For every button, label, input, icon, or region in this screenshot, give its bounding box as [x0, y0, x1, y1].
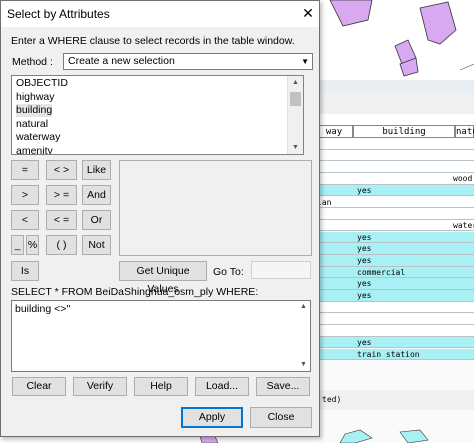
unique-values-listbox[interactable] [119, 160, 312, 256]
save-button[interactable]: Save... [256, 377, 310, 396]
instruction-text: Enter a WHERE clause to select records i… [11, 35, 295, 47]
equals-button[interactable]: = [11, 160, 39, 180]
help-button[interactable]: Help [134, 377, 188, 396]
table-row[interactable] [315, 301, 474, 314]
scroll-thumb[interactable] [290, 92, 301, 106]
method-select-value: Create a new selection [68, 55, 175, 67]
map-polygon-6 [399, 429, 429, 443]
field-list-item[interactable]: amenity [16, 145, 53, 154]
table-cell: commercial [357, 267, 406, 277]
table-cell: yes [357, 291, 372, 301]
table-cell: yes [357, 337, 372, 347]
where-clause-textarea[interactable]: building <>'' ▲ ▼ [11, 300, 311, 372]
table-cell: wood [453, 174, 473, 184]
fields-listbox[interactable]: OBJECTID highway building natural waterway am… [11, 75, 304, 155]
load-button[interactable]: Load... [195, 377, 249, 396]
field-list-item[interactable]: highway [16, 91, 55, 104]
goto-label: Go To: [213, 266, 244, 278]
get-unique-values-button[interactable]: Get Unique Values [119, 261, 207, 295]
table-row[interactable]: yes [315, 255, 474, 267]
table-row[interactable]: ian [315, 196, 474, 208]
table-row[interactable]: yes [315, 231, 474, 244]
table-row[interactable]: yes [315, 184, 474, 197]
scroll-down-icon[interactable]: ▼ [297, 359, 310, 371]
select-from-label: SELECT * FROM BeiDaShinghua_osm_ply WHER… [11, 286, 259, 298]
field-list-item[interactable]: waterway [16, 131, 60, 144]
percent-button[interactable]: % [26, 235, 39, 255]
table-row[interactable]: water [315, 219, 474, 232]
table-row[interactable] [315, 313, 474, 325]
less-equal-button[interactable]: < = [46, 210, 77, 230]
goto-input[interactable] [251, 261, 311, 279]
is-button[interactable]: Is [11, 261, 39, 281]
table-row[interactable] [315, 138, 474, 150]
table-row[interactable]: yes [315, 336, 474, 349]
underscore-button[interactable]: _ [11, 235, 24, 255]
table-cell: yes [357, 244, 372, 254]
greater-than-button[interactable]: > [11, 185, 39, 205]
map-polygon-5 [339, 429, 373, 443]
table-header-building[interactable]: building [353, 125, 455, 138]
table-row[interactable]: yes [315, 278, 474, 290]
not-button[interactable]: Not [82, 235, 111, 255]
less-than-button[interactable]: < [11, 210, 39, 230]
table-row[interactable]: train station [315, 348, 474, 361]
parentheses-button[interactable]: ( ) [46, 235, 77, 255]
close-icon[interactable]: ✕ [299, 4, 317, 22]
table-cell: yes [357, 232, 372, 242]
field-list-item[interactable]: building [16, 104, 53, 118]
table-status-text: ted) [322, 395, 342, 404]
table-row[interactable]: commercial [315, 266, 474, 279]
clear-button[interactable]: Clear [12, 377, 66, 396]
chevron-down-icon: ▼ [301, 57, 309, 66]
title-bar[interactable]: Select by Attributes ✕ [1, 1, 319, 27]
table-row[interactable]: yes [315, 290, 474, 302]
field-list-item[interactable]: natural [16, 118, 48, 131]
method-label: Method : [12, 56, 53, 68]
where-clause-text: building <>'' [15, 303, 71, 315]
table-row[interactable] [315, 325, 474, 337]
table-header-highway[interactable]: way [315, 125, 353, 138]
table-row[interactable] [315, 208, 474, 220]
dialog-title: Select by Attributes [7, 7, 110, 21]
field-list-item[interactable]: OBJECTID [16, 77, 68, 90]
table-cell: yes [357, 279, 372, 289]
and-button[interactable]: And [82, 185, 111, 205]
or-button[interactable]: Or [82, 210, 111, 230]
not-equal-button[interactable]: < > [46, 160, 77, 180]
table-cell: yes [357, 256, 372, 265]
table-cell: yes [357, 185, 372, 195]
method-select[interactable]: Create a new selection ▼ [63, 53, 313, 70]
scroll-up-icon[interactable]: ▲ [288, 76, 303, 89]
scroll-down-icon[interactable]: ▼ [288, 141, 303, 154]
table-row[interactable]: wood [315, 173, 474, 185]
table-row[interactable]: yes [315, 243, 474, 255]
greater-equal-button[interactable]: > = [46, 185, 77, 205]
close-button[interactable]: Close [250, 407, 312, 428]
verify-button[interactable]: Verify [73, 377, 127, 396]
apply-button[interactable]: Apply [181, 407, 243, 428]
table-row[interactable] [315, 161, 474, 173]
table-cell: water [453, 220, 474, 230]
table-row[interactable] [315, 149, 474, 162]
table-cell: train station [357, 349, 420, 359]
like-button[interactable]: Like [82, 160, 111, 180]
fields-scrollbar[interactable]: ▲ ▼ [287, 76, 303, 154]
scroll-up-icon[interactable]: ▲ [297, 301, 310, 313]
table-header-natural[interactable]: natu [455, 125, 474, 138]
expression-scrollbar[interactable]: ▲ ▼ [297, 301, 310, 371]
select-by-attributes-dialog: Select by Attributes ✕ Enter a WHERE cla… [0, 0, 320, 437]
